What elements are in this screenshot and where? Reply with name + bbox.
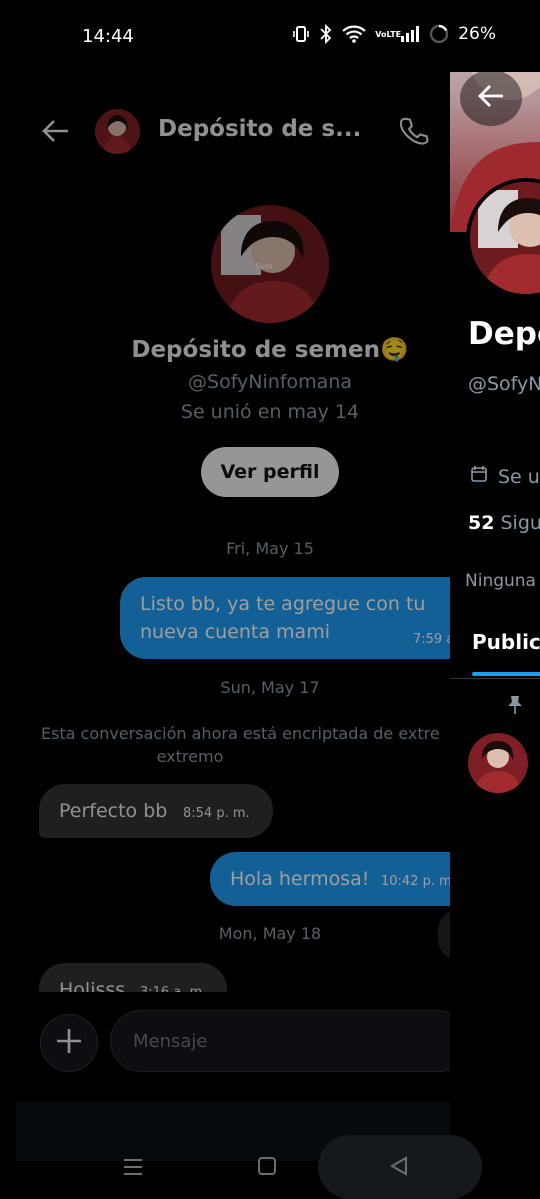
encryption-text-line: Esta conversación ahora está encriptada …: [41, 724, 440, 743]
encryption-text-line: extremo: [156, 747, 224, 766]
profile-handle: @SofyNinfomana: [188, 371, 352, 393]
composer: [0, 992, 450, 1107]
status-time: 14:44: [82, 26, 134, 47]
header-title[interactable]: Depósito de s...: [158, 116, 361, 142]
profile-name-large: Depo: [468, 316, 540, 352]
profile-screen: Depo @SofyN Se u 52 Sigu Ninguna Public: [450, 0, 540, 1199]
post-author-avatar[interactable]: [468, 733, 528, 793]
profile-handle-large: @SofyN: [468, 373, 540, 395]
header-avatar[interactable]: [95, 109, 140, 154]
home-icon[interactable]: [256, 1155, 278, 1181]
volte-icon: VoLTE: [375, 29, 402, 39]
view-profile-button[interactable]: Ver perfil: [201, 447, 339, 497]
profile-back-button[interactable]: [460, 70, 522, 126]
following-count: 52: [468, 512, 495, 534]
calendar-icon: [470, 465, 488, 488]
message-time: 10:42 p. m: [381, 874, 450, 889]
plus-icon: [55, 1027, 83, 1059]
message-incoming[interactable]: Perfecto bb 8:54 p. m.: [39, 784, 273, 838]
message-time: 7:59 a: [413, 632, 450, 647]
date-separator: Fri, May 15: [226, 539, 314, 558]
phone-icon[interactable]: [399, 116, 429, 152]
battery-level: 26%: [458, 24, 496, 44]
recent-apps-icon[interactable]: [122, 1157, 144, 1181]
message-text: Perfecto bb: [59, 800, 168, 822]
message-text: Hola hermosa!: [230, 868, 370, 890]
following-stat[interactable]: 52 Sigu: [468, 512, 540, 534]
message-time: 8:54 p. m.: [183, 806, 250, 821]
profile-avatar[interactable]: Sem: [211, 205, 329, 323]
chat-screen: Depósito de s... Sem Depósito de semen🤤 …: [0, 72, 450, 1199]
back-triangle-icon[interactable]: [388, 1155, 410, 1181]
pin-icon: [506, 695, 524, 719]
system-nav-bar: [0, 1135, 540, 1199]
message-outgoing[interactable]: Listo bb, ya te agregue con tu nueva cue…: [120, 577, 450, 659]
status-bar: 14:44 VoLTE 26%: [0, 0, 540, 72]
status-icons: VoLTE 26%: [292, 24, 496, 44]
add-attachment-button[interactable]: [40, 1014, 98, 1072]
profile-none-text: Ninguna: [465, 571, 536, 591]
message-input[interactable]: [110, 1010, 450, 1072]
active-tab-indicator: [472, 672, 540, 676]
message-text-line: Listo bb, ya te agregue con tu: [140, 593, 426, 615]
chat-header: Depósito de s...: [0, 72, 450, 192]
message-outgoing[interactable]: Hola hermosa! 10:42 p. m: [210, 852, 450, 906]
date-separator: Sun, May 17: [220, 678, 320, 697]
following-label: Sigu: [500, 512, 540, 534]
svg-text:Sem: Sem: [255, 262, 273, 271]
profile-joined: Se unió en may 14: [180, 401, 360, 423]
profile-joined-row: Se u: [470, 465, 540, 488]
profile-name: Depósito de semen🤤: [131, 337, 409, 363]
signal-icon: [400, 26, 420, 42]
profile-joined-text: Se u: [498, 465, 540, 488]
vibrate-icon: [292, 25, 310, 43]
battery-icon: [429, 24, 449, 44]
bluetooth-icon: [319, 24, 333, 44]
wifi-icon: [342, 25, 366, 43]
back-arrow-icon: [476, 82, 506, 114]
encryption-notice: Esta conversación ahora está encriptada …: [40, 722, 450, 768]
divider: [450, 678, 540, 679]
tab-posts[interactable]: Public: [472, 630, 540, 654]
back-arrow-icon[interactable]: [40, 116, 72, 150]
message-text-line: nueva cuenta mami: [140, 621, 330, 643]
date-separator: Mon, May 18: [218, 924, 322, 943]
